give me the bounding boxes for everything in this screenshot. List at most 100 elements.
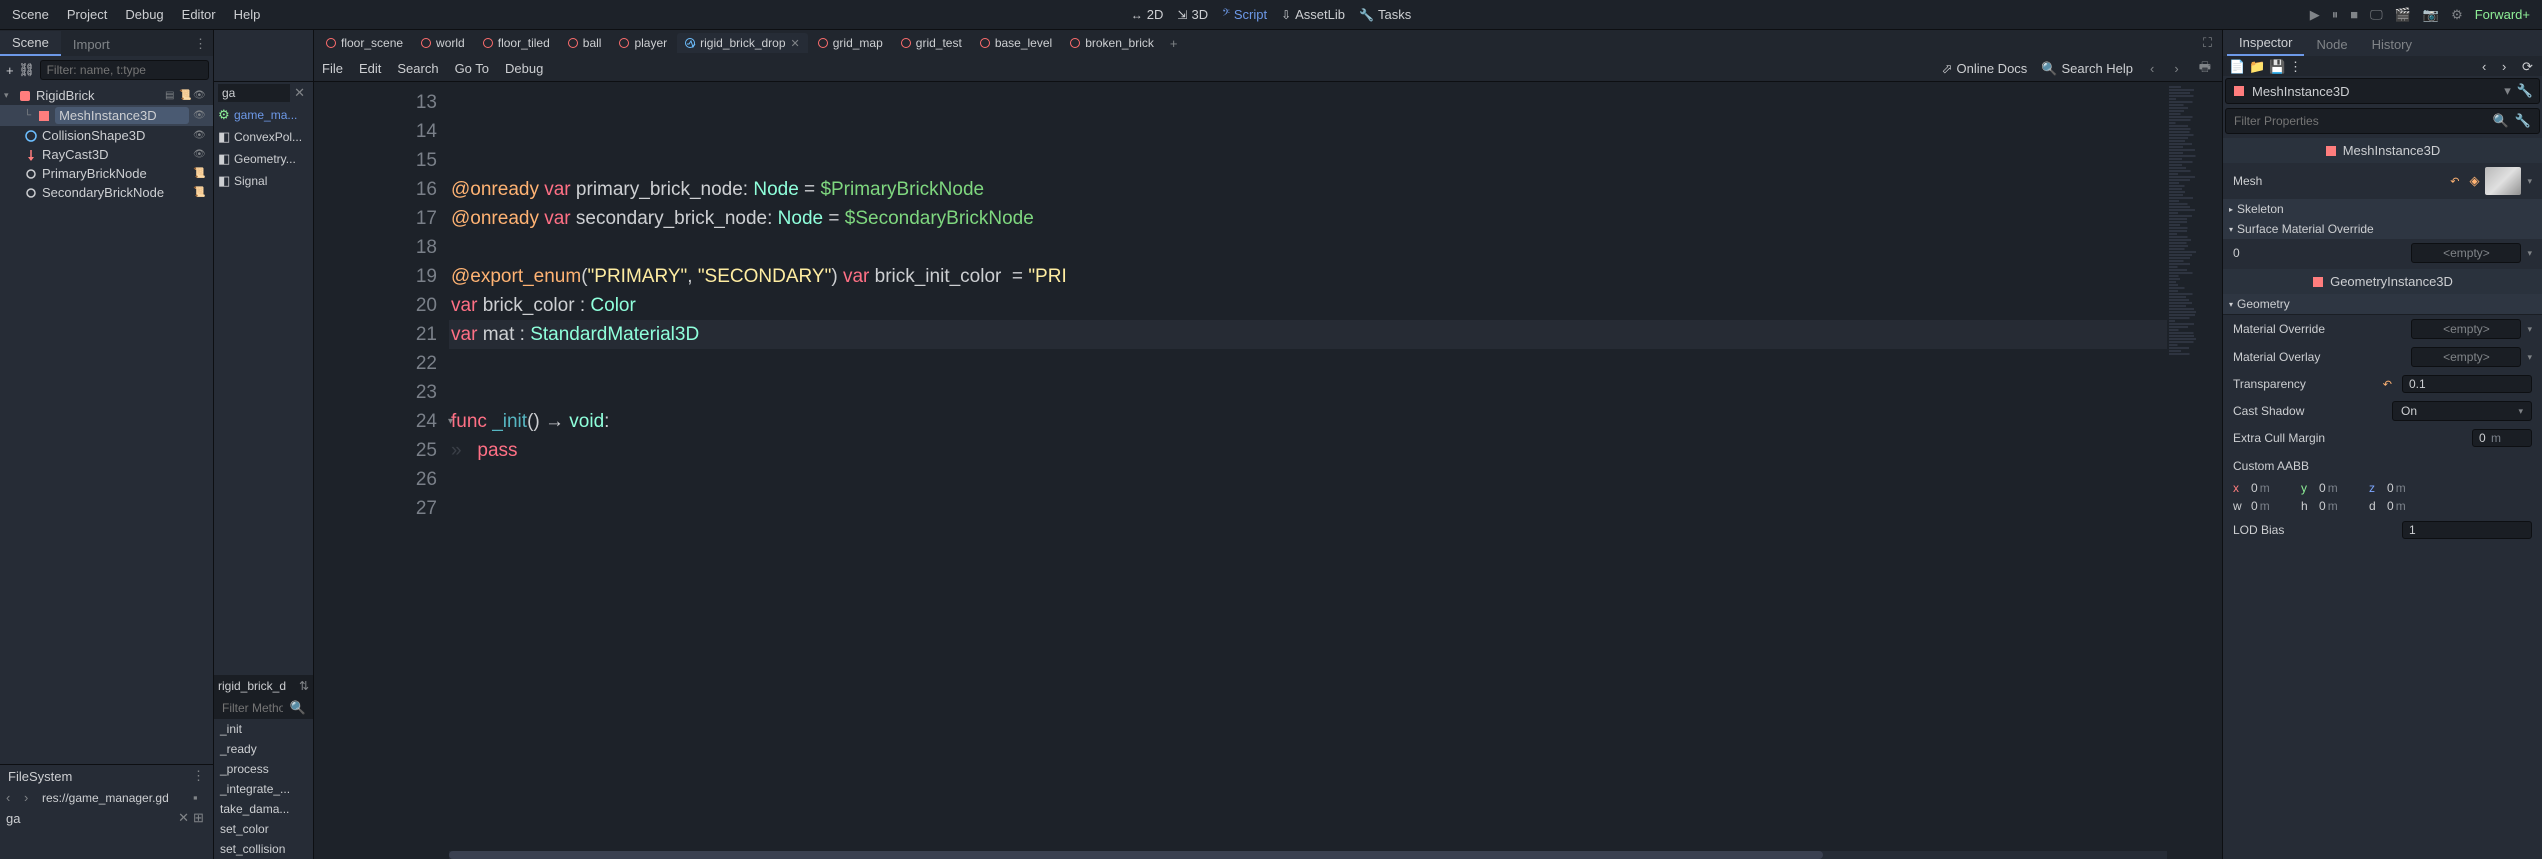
line-number[interactable]: 22: [314, 349, 437, 378]
fold-icon[interactable]: ▾: [448, 407, 453, 436]
script-item-signal[interactable]: ◧ Signal: [214, 170, 313, 192]
h-scrollbar[interactable]: [449, 851, 2167, 859]
revert-icon[interactable]: ↶: [2450, 175, 2459, 188]
insp-back-icon[interactable]: ‹: [2482, 59, 2496, 73]
fs-view-icon[interactable]: ⊞: [193, 810, 207, 826]
empty-slot[interactable]: <empty>: [2411, 347, 2521, 367]
link-node-icon[interactable]: ⛓: [20, 63, 34, 77]
inspector-node-selector[interactable]: MeshInstance3D ▾ 🔧: [2225, 78, 2540, 104]
code-line[interactable]: [449, 233, 2167, 262]
render-icon[interactable]: ⚙: [2451, 7, 2463, 23]
line-number[interactable]: 21: [314, 320, 437, 349]
empty-slot[interactable]: <empty>: [2411, 243, 2521, 263]
code-line[interactable]: @onready var primary_brick_node: Node = …: [449, 175, 2167, 204]
class-sort-icon[interactable]: ⇅: [299, 679, 309, 693]
stop-icon[interactable]: ■: [2350, 7, 2358, 22]
view-3d-button[interactable]: ⇲3D: [1177, 7, 1208, 22]
code-line[interactable]: func _init() → void:: [449, 407, 2167, 436]
insp-save-icon[interactable]: 💾: [2269, 59, 2283, 73]
tab-import[interactable]: Import: [61, 33, 122, 56]
code-line[interactable]: [449, 378, 2167, 407]
search-icon[interactable]: 🔍: [2493, 113, 2509, 129]
tool-icon[interactable]: 🔧: [2517, 83, 2533, 99]
fs-back-icon[interactable]: ‹: [6, 790, 20, 805]
aabb-x-input[interactable]: 0m: [2251, 481, 2297, 495]
line-number[interactable]: 14: [314, 117, 437, 146]
insp-fwd-icon[interactable]: ›: [2502, 59, 2516, 73]
editor-tab[interactable]: world: [413, 33, 473, 53]
fs-filter-input[interactable]: ga: [6, 811, 174, 826]
script-item-geometry[interactable]: ◧ Geometry...: [214, 148, 313, 170]
script-menu-edit[interactable]: Edit: [359, 61, 381, 76]
code-line[interactable]: @export_enum("PRIMARY", "SECONDARY") var…: [449, 262, 2167, 291]
view-assetlib-button[interactable]: ⇩AssetLib: [1281, 7, 1345, 22]
insp-load-icon[interactable]: 📁: [2249, 59, 2263, 73]
script-item-gamemanager[interactable]: ⚙ game_ma...: [214, 104, 313, 126]
group-surface-override[interactable]: ▾ Surface Material Override: [2223, 219, 2542, 239]
online-docs-link[interactable]: ⬀Online Docs: [1942, 61, 2028, 77]
code-line[interactable]: var mat : StandardMaterial3D: [449, 320, 2167, 349]
view-2d-button[interactable]: ↔2D: [1131, 7, 1164, 22]
visibility-badge-icon[interactable]: 👁: [193, 110, 205, 122]
script-badge-icon[interactable]: 📜: [179, 90, 191, 102]
method-item[interactable]: _integrate_...: [214, 779, 313, 799]
tab-close-icon[interactable]: ✕: [791, 37, 800, 50]
edit-icon[interactable]: ◈: [2469, 173, 2479, 189]
insp-menu-icon[interactable]: ⋮: [2289, 59, 2303, 73]
fs-path[interactable]: res://game_manager.gd: [42, 791, 189, 805]
line-number[interactable]: 24▾⤴: [314, 407, 437, 436]
method-item[interactable]: _init: [214, 719, 313, 739]
code-line[interactable]: [449, 465, 2167, 494]
method-search-icon[interactable]: 🔍: [287, 700, 309, 716]
inspector-filter-input[interactable]: [2234, 114, 2489, 128]
dropdown-icon[interactable]: ▾: [2527, 324, 2532, 335]
line-number[interactable]: 16: [314, 175, 437, 204]
code-editor[interactable]: 131415161718192021222324▾⤴252627 @onread…: [314, 82, 2222, 859]
script-badge-icon[interactable]: 📜: [193, 187, 205, 199]
tab-history[interactable]: History: [2360, 33, 2424, 56]
fs-fwd-icon[interactable]: ›: [24, 790, 38, 805]
visibility-badge-icon[interactable]: 👁: [193, 90, 205, 102]
instance-badge-icon[interactable]: ▤: [165, 90, 177, 102]
tree-item-mesh[interactable]: └ MeshInstance3D 👁: [0, 105, 213, 126]
tab-node[interactable]: Node: [2304, 33, 2359, 56]
visibility-badge-icon[interactable]: 👁: [193, 149, 205, 161]
menu-debug[interactable]: Debug: [125, 7, 163, 22]
code-line[interactable]: [449, 349, 2167, 378]
dropdown-icon[interactable]: ▾: [2527, 352, 2532, 363]
tree-item-collision[interactable]: CollisionShape3D 👁: [0, 126, 213, 145]
script-item-convexpol[interactable]: ◧ ConvexPol...: [214, 126, 313, 148]
aabb-y-input[interactable]: 0m: [2319, 481, 2365, 495]
editor-tab[interactable]: player: [611, 33, 675, 53]
tab-inspector[interactable]: Inspector: [2227, 31, 2304, 56]
line-number[interactable]: 26: [314, 465, 437, 494]
code-line[interactable]: [449, 88, 2167, 117]
castshadow-select[interactable]: On▾: [2392, 401, 2532, 421]
line-number[interactable]: 15: [314, 146, 437, 175]
search-help-link[interactable]: 🔍Search Help: [2041, 61, 2133, 77]
method-filter-input[interactable]: [218, 699, 287, 717]
tree-root[interactable]: ▾ RigidBrick ▤ 📜 👁: [0, 86, 213, 105]
menu-editor[interactable]: Editor: [182, 7, 216, 22]
method-item[interactable]: _process: [214, 759, 313, 779]
nav-print-icon[interactable]: 🖶: [2196, 58, 2214, 80]
script-filter-input[interactable]: ga: [218, 84, 290, 102]
fullscreen-icon[interactable]: ⛶: [2197, 35, 2218, 51]
code-line[interactable]: @onready var secondary_brick_node: Node …: [449, 204, 2167, 233]
menu-help[interactable]: Help: [234, 7, 261, 22]
tree-item-secondarynode[interactable]: SecondaryBrickNode 📜: [0, 183, 213, 202]
transparency-input[interactable]: 0.1: [2402, 375, 2532, 393]
extracull-input[interactable]: 0 m: [2472, 429, 2532, 447]
minimap[interactable]: [2167, 82, 2222, 859]
aabb-h-input[interactable]: 0m: [2319, 499, 2365, 513]
mesh-thumbnail[interactable]: [2485, 167, 2521, 195]
code-line[interactable]: [449, 117, 2167, 146]
editor-tab[interactable]: ball: [560, 33, 610, 53]
camera-icon[interactable]: 📷: [2423, 7, 2439, 23]
script-menu-debug[interactable]: Debug: [505, 61, 543, 76]
line-number[interactable]: 27: [314, 494, 437, 523]
insp-new-icon[interactable]: 📄: [2229, 59, 2243, 73]
menu-project[interactable]: Project: [67, 7, 107, 22]
aabb-d-input[interactable]: 0m: [2387, 499, 2433, 513]
lodbias-input[interactable]: 1: [2402, 521, 2532, 539]
